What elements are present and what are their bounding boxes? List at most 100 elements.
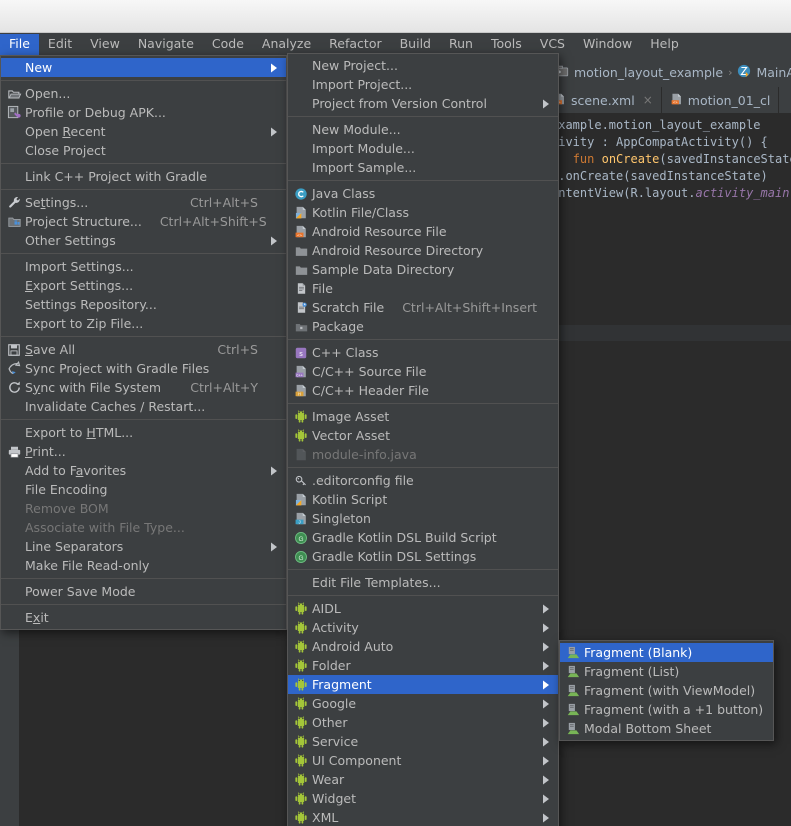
new-menu-item-file[interactable]: File bbox=[288, 279, 558, 298]
new-menu-item-image-asset[interactable]: Image Asset bbox=[288, 407, 558, 426]
new-menu-item-fragment[interactable]: Fragment bbox=[288, 675, 558, 694]
menubar-item-edit[interactable]: Edit bbox=[39, 34, 81, 55]
new-menu-item-sample-data-directory[interactable]: Sample Data Directory bbox=[288, 260, 558, 279]
file-menu-item-profile-or-debug-apk[interactable]: Profile or Debug APK... bbox=[1, 103, 286, 122]
menubar-item-window[interactable]: Window bbox=[574, 34, 641, 55]
file-menu-item-link-c-project-with-gradle[interactable]: Link C++ Project with Gradle bbox=[1, 167, 286, 186]
menubar-item-view[interactable]: View bbox=[81, 34, 129, 55]
fragment-menu-item-label: Fragment (Blank) bbox=[584, 645, 745, 661]
new-menu-item-project-from-version-control[interactable]: Project from Version Control bbox=[288, 94, 558, 113]
menubar-item-vcs[interactable]: VCS bbox=[531, 34, 574, 55]
new-menu-item-new-project[interactable]: New Project... bbox=[288, 56, 558, 75]
new-menu-item-folder[interactable]: Folder bbox=[288, 656, 558, 675]
fragment-menu-item-fragment-list[interactable]: Fragment (List) bbox=[560, 662, 773, 681]
editor-tab-motion-01-cl[interactable]: <> motion_01_cl bbox=[662, 87, 780, 113]
new-menu-item-activity[interactable]: Activity bbox=[288, 618, 558, 637]
fragment-menu-item-modal-bottom-sheet[interactable]: Modal Bottom Sheet bbox=[560, 719, 773, 738]
breadcrumb-item-module[interactable]: motion_layout_example bbox=[574, 65, 723, 80]
printer-icon bbox=[3, 444, 25, 460]
file-menu-item-sync-project-with-gradle-files[interactable]: Sync Project with Gradle Files bbox=[1, 359, 286, 378]
file-menu-item-open[interactable]: Open... bbox=[1, 84, 286, 103]
new-menu-item-import-module[interactable]: Import Module... bbox=[288, 139, 558, 158]
new-menu-item-gradle-kotlin-dsl-build-script[interactable]: GGradle Kotlin DSL Build Script bbox=[288, 528, 558, 547]
menubar-item-file[interactable]: File bbox=[0, 34, 39, 55]
menubar-item-analyze[interactable]: Analyze bbox=[253, 34, 320, 55]
new-menu-item-label: Android Auto bbox=[312, 639, 530, 655]
file-menu-item-shortcut: Ctrl+Alt+Shift+S bbox=[160, 214, 267, 230]
menubar-item-refactor[interactable]: Refactor bbox=[320, 34, 390, 55]
menubar-item-code[interactable]: Code bbox=[203, 34, 253, 55]
new-menu-item-editorconfig-file[interactable]: .editorconfig file bbox=[288, 471, 558, 490]
new-menu-item-android-resource-directory[interactable]: Android Resource Directory bbox=[288, 241, 558, 260]
svg-text:J: J bbox=[298, 520, 301, 525]
new-menu-item-scratch-file[interactable]: Scratch FileCtrl+Alt+Shift+Insert bbox=[288, 298, 558, 317]
new-menu-item-kotlin-file-class[interactable]: Kotlin File/Class bbox=[288, 203, 558, 222]
new-menu-item-import-project[interactable]: Import Project... bbox=[288, 75, 558, 94]
file-menu-item-label: Link C++ Project with Gradle bbox=[25, 169, 258, 185]
menubar-item-help[interactable]: Help bbox=[641, 34, 688, 55]
close-icon[interactable]: × bbox=[643, 93, 653, 107]
file-menu-item-power-save-mode[interactable]: Power Save Mode bbox=[1, 582, 286, 601]
new-menu-item-service[interactable]: Service bbox=[288, 732, 558, 751]
file-menu-item-open-recent[interactable]: Open Recent bbox=[1, 122, 286, 141]
file-menu-item-print[interactable]: Print... bbox=[1, 442, 286, 461]
file-menu-item-label: Close Project bbox=[25, 143, 258, 159]
new-menu-item-google[interactable]: Google bbox=[288, 694, 558, 713]
file-menu-item-project-structure[interactable]: Project Structure...Ctrl+Alt+Shift+S bbox=[1, 212, 286, 231]
file-menu-item-settings[interactable]: Settings...Ctrl+Alt+S bbox=[1, 193, 286, 212]
new-menu-item-edit-file-templates[interactable]: Edit File Templates... bbox=[288, 573, 558, 592]
file-menu-item-line-separators[interactable]: Line Separators bbox=[1, 537, 286, 556]
menubar-item-tools[interactable]: Tools bbox=[482, 34, 531, 55]
file-menu-item-settings-repository[interactable]: Settings Repository... bbox=[1, 295, 286, 314]
file-menu-item-close-project[interactable]: Close Project bbox=[1, 141, 286, 160]
new-menu-item-vector-asset[interactable]: Vector Asset bbox=[288, 426, 558, 445]
new-menu-item-widget[interactable]: Widget bbox=[288, 789, 558, 808]
fragment-menu-item-fragment-with-a-1-button[interactable]: Fragment (with a +1 button) bbox=[560, 700, 773, 719]
new-menu-item-android-resource-file[interactable]: <>Android Resource File bbox=[288, 222, 558, 241]
file-menu-item-export-to-zip-file[interactable]: Export to Zip File... bbox=[1, 314, 286, 333]
file-menu-item-new[interactable]: New bbox=[1, 58, 286, 77]
new-menu-item-c-class[interactable]: sC++ Class bbox=[288, 343, 558, 362]
new-menu-item-aidl[interactable]: AIDL bbox=[288, 599, 558, 618]
file-menu-item-file-encoding[interactable]: File Encoding bbox=[1, 480, 286, 499]
file-menu-item-save-all[interactable]: Save AllCtrl+S bbox=[1, 340, 286, 359]
menubar-item-run[interactable]: Run bbox=[440, 34, 482, 55]
breadcrumb-item-class[interactable]: MainAc bbox=[756, 65, 791, 80]
file-menu-item-export-to-html[interactable]: Export to HTML... bbox=[1, 423, 286, 442]
code-editor[interactable]: example.motion_layout_example tivity : A… bbox=[545, 113, 791, 325]
file-menu-item-import-settings[interactable]: Import Settings... bbox=[1, 257, 286, 276]
file-menu-item-exit[interactable]: Exit bbox=[1, 608, 286, 627]
new-menu-item-wear[interactable]: Wear bbox=[288, 770, 558, 789]
file-menu-item-add-to-favorites[interactable]: Add to Favorites bbox=[1, 461, 286, 480]
menu-item-icon-placeholder bbox=[290, 122, 312, 138]
file-menu-item-make-file-read-only[interactable]: Make File Read-only bbox=[1, 556, 286, 575]
new-menu-item-other[interactable]: Other bbox=[288, 713, 558, 732]
file-menu-item-invalidate-caches-restart[interactable]: Invalidate Caches / Restart... bbox=[1, 397, 286, 416]
android-icon bbox=[290, 658, 312, 674]
menubar-item-navigate[interactable]: Navigate bbox=[129, 34, 203, 55]
new-menu-item-kotlin-script[interactable]: Kotlin Script bbox=[288, 490, 558, 509]
new-menu-item-c-c-source-file[interactable]: C++C/C++ Source File bbox=[288, 362, 558, 381]
chevron-right-icon bbox=[540, 737, 552, 747]
android-icon bbox=[290, 753, 312, 769]
breadcrumb[interactable]: motion_layout_example › MainAc bbox=[555, 61, 791, 83]
new-menu-item-gradle-kotlin-dsl-settings[interactable]: GGradle Kotlin DSL Settings bbox=[288, 547, 558, 566]
new-menu-item-android-auto[interactable]: Android Auto bbox=[288, 637, 558, 656]
new-menu-item-java-class[interactable]: Java Class bbox=[288, 184, 558, 203]
new-menu-item-xml[interactable]: XML bbox=[288, 808, 558, 826]
file-menu-item-other-settings[interactable]: Other Settings bbox=[1, 231, 286, 250]
new-menu-item-package[interactable]: Package bbox=[288, 317, 558, 336]
editor-tab-label: scene.xml bbox=[571, 93, 635, 108]
menu-item-icon-placeholder bbox=[3, 124, 25, 140]
new-menu-item-new-module[interactable]: New Module... bbox=[288, 120, 558, 139]
fragment-menu-item-fragment-blank[interactable]: Fragment (Blank) bbox=[560, 643, 773, 662]
new-menu-item-import-sample[interactable]: Import Sample... bbox=[288, 158, 558, 177]
file-menu-item-export-settings[interactable]: Export Settings... bbox=[1, 276, 286, 295]
new-menu-item-ui-component[interactable]: UI Component bbox=[288, 751, 558, 770]
fragment-menu-item-fragment-with-viewmodel[interactable]: Fragment (with ViewModel) bbox=[560, 681, 773, 700]
new-menu-item-singleton[interactable]: JSingleton bbox=[288, 509, 558, 528]
editor-tab-scene-xml[interactable]: <> scene.xml × bbox=[545, 87, 662, 113]
file-menu-item-sync-with-file-system[interactable]: Sync with File SystemCtrl+Alt+Y bbox=[1, 378, 286, 397]
menubar-item-build[interactable]: Build bbox=[391, 34, 440, 55]
new-menu-item-c-c-header-file[interactable]: HC/C++ Header File bbox=[288, 381, 558, 400]
